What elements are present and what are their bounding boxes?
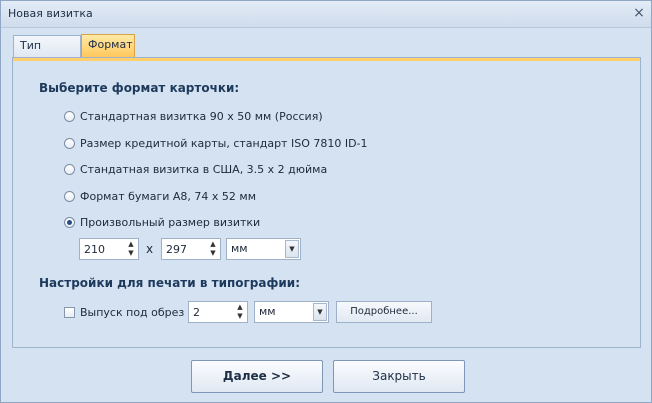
bleed-checkbox[interactable] [64,306,75,318]
radio-label: Произвольный размер визитки [80,215,261,229]
bleed-checkbox-row[interactable]: Выпуск под обрез [64,304,184,320]
tab-panel-accent [13,58,640,61]
close-icon[interactable]: × [631,5,647,21]
height-input[interactable] [162,239,206,259]
radio-label: Стандатная визитка в США, 3.5 x 2 дюйма [80,162,328,176]
radio-button[interactable] [64,137,75,149]
print-heading: Настройки для печати в типографии: [39,276,300,290]
radio-button-checked[interactable] [64,216,75,228]
spin-down-icon[interactable]: ▼ [235,312,245,321]
next-button[interactable]: Далее >> [191,360,323,393]
tab-label: Формат [88,38,133,51]
more-details-button[interactable]: Подробнее... [336,301,432,323]
radio-label: Формат бумаги A8, 74 x 52 мм [80,189,256,203]
spin-up-icon[interactable]: ▲ [235,303,245,312]
spin-arrows-icon[interactable]: ▲ ▼ [235,303,245,321]
tab-card-type[interactable]: Тип карты [13,35,81,72]
spin-arrows-icon[interactable]: ▲ ▼ [126,240,136,258]
chevron-down-icon[interactable]: ▼ [313,303,327,321]
select-value: мм [231,242,248,255]
title-bar: Новая визитка × [1,1,651,28]
radio-option-credit-card[interactable]: Размер кредитной карты, стандарт ISO 781… [64,135,368,151]
bleed-stepper[interactable]: ▲ ▼ [188,301,248,323]
radio-label: Стандартная визитка 90 x 50 мм (Россия) [80,109,323,123]
close-button[interactable]: Закрыть [333,360,465,393]
bleed-label: Выпуск под обрез [80,305,185,319]
size-unit-select[interactable]: мм ▼ [226,238,301,260]
width-stepper[interactable]: ▲ ▼ [79,238,139,260]
spin-up-icon[interactable]: ▲ [208,240,218,249]
radio-option-a8[interactable]: Формат бумаги A8, 74 x 52 мм [64,188,256,204]
bleed-input[interactable] [189,302,233,322]
window-title: Новая визитка [8,7,93,20]
radio-button[interactable] [64,163,75,175]
spin-down-icon[interactable]: ▼ [126,249,136,258]
spin-down-icon[interactable]: ▼ [208,249,218,258]
select-value: мм [259,305,276,318]
bleed-unit-select[interactable]: мм ▼ [254,301,329,323]
radio-option-custom[interactable]: Произвольный размер визитки [64,214,260,230]
tab-panel-format: Выберите формат карточки: Стандартная ви… [12,57,641,348]
spin-arrows-icon[interactable]: ▲ ▼ [208,240,218,258]
width-input[interactable] [80,239,124,259]
tab-format[interactable]: Формат [81,34,135,57]
spin-up-icon[interactable]: ▲ [126,240,136,249]
radio-option-usa[interactable]: Стандатная визитка в США, 3.5 x 2 дюйма [64,161,327,177]
radio-option-russia[interactable]: Стандартная визитка 90 x 50 мм (Россия) [64,108,323,124]
chevron-down-icon[interactable]: ▼ [285,240,299,258]
format-heading: Выберите формат карточки: [39,81,240,95]
radio-button[interactable] [64,110,75,122]
height-stepper[interactable]: ▲ ▼ [161,238,221,260]
dialog-window: Новая визитка × Тип карты Формат Выберит… [0,0,652,403]
radio-label: Размер кредитной карты, стандарт ISO 781… [80,136,368,150]
size-separator: x [146,242,154,256]
radio-button[interactable] [64,190,75,202]
